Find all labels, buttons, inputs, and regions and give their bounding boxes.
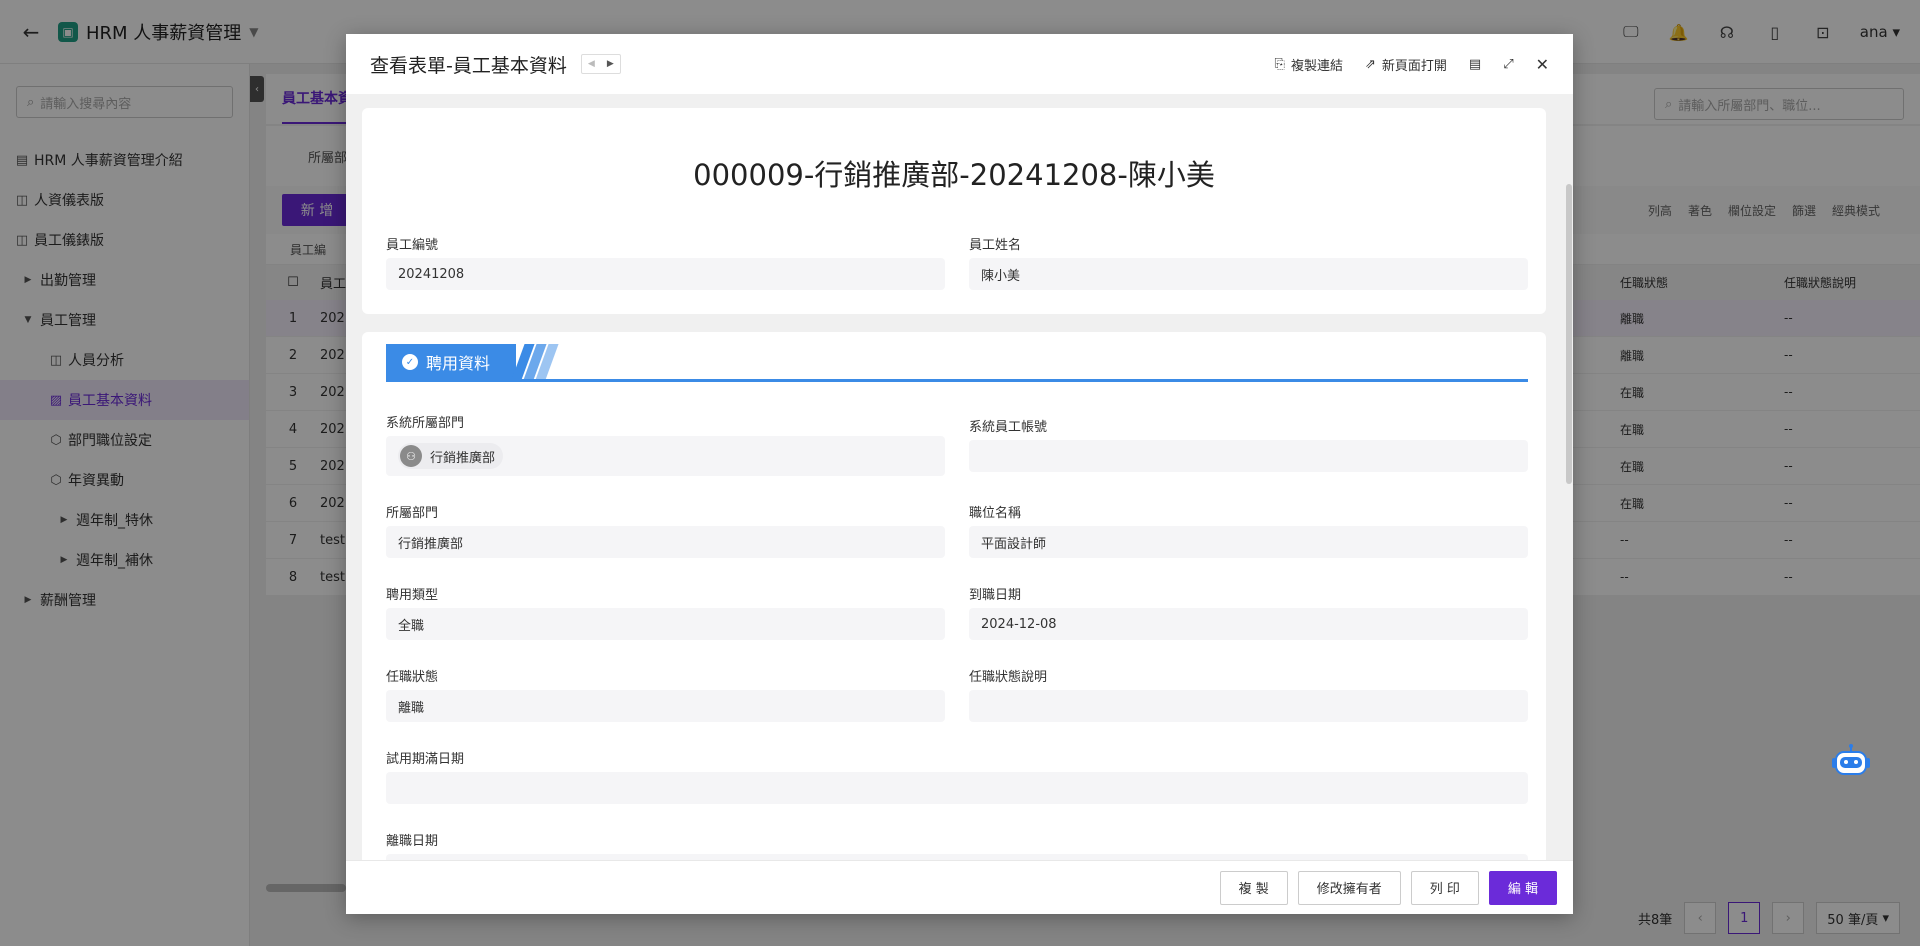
field-status-note: 任職狀態說明 [969, 666, 1528, 722]
field-probation: 試用期滿日期 [386, 748, 1528, 804]
side-panel-icon[interactable]: ▤ [1469, 57, 1481, 72]
modal-body: 000009-行銷推廣部-20241208-陳小美 員工編號 20241208 … [346, 94, 1573, 860]
record-title: 000009-行銷推廣部-20241208-陳小美 [693, 158, 1215, 192]
field-start-date: 到職日期 2024-12-08 [969, 584, 1528, 640]
fullscreen-icon[interactable]: ⤢ [1503, 57, 1513, 72]
copy-icon: ⎘ [1274, 56, 1285, 72]
record-header-card: 000009-行銷推廣部-20241208-陳小美 員工編號 20241208 … [362, 108, 1546, 314]
change-owner-button[interactable]: 修改擁有者 [1297, 870, 1401, 905]
copy-button[interactable]: 複 製 [1219, 870, 1288, 905]
field-sys-account: 系統員工帳號 [969, 416, 1528, 472]
dept-chip[interactable]: ⚇ 行銷推廣部 [398, 443, 504, 469]
field-emp-no: 員工編號 20241208 [386, 234, 945, 290]
hiring-section-card: ✓ 聘用資料 系統所屬部門 ⚇ 行銷推廣部 系統員工帳號 所屬部門 行銷推廣部 職位… [362, 332, 1546, 860]
record-modal: 查看表單-員工基本資料 ◀ ▶ ⎘ 複製連結 ⇗ 新頁面打開 ▤ ⤢ ✕ 00000… [346, 34, 1573, 914]
record-nav: ◀ ▶ [580, 54, 621, 74]
modal-scrollbar[interactable] [1565, 94, 1573, 860]
field-position: 職位名稱 平面設計師 [969, 502, 1528, 558]
modal-title: 查看表單-員工基本資料 [370, 54, 567, 77]
field-emp-name: 員工姓名 陳小美 [969, 234, 1528, 290]
field-hire-type: 聘用類型 全職 [386, 584, 945, 640]
external-link-icon: ⇗ [1364, 56, 1376, 72]
field-sys-dept: 系統所屬部門 ⚇ 行銷推廣部 [386, 412, 945, 476]
copy-link-button[interactable]: ⎘ 複製連結 [1275, 55, 1343, 74]
org-icon: ⚇ [400, 445, 422, 467]
assistant-robot-icon[interactable] [1830, 742, 1872, 782]
close-icon[interactable]: ✕ [1536, 55, 1549, 74]
print-button[interactable]: 列 印 [1410, 870, 1479, 905]
field-status: 任職狀態 離職 [386, 666, 945, 722]
field-dept: 所屬部門 行銷推廣部 [386, 502, 945, 558]
modal-footer: 複 製 修改擁有者 列 印 編 輯 [346, 860, 1573, 914]
section-header: ✓ 聘用資料 [386, 344, 1528, 382]
edit-button[interactable]: 編 輯 [1488, 870, 1557, 905]
open-new-page-button[interactable]: ⇗ 新頁面打開 [1365, 55, 1447, 74]
prev-record-icon[interactable]: ◀ [582, 55, 601, 73]
next-record-icon[interactable]: ▶ [601, 55, 620, 73]
check-circle-icon: ✓ [402, 354, 418, 370]
field-leave-date: 離職日期 [386, 830, 1528, 860]
